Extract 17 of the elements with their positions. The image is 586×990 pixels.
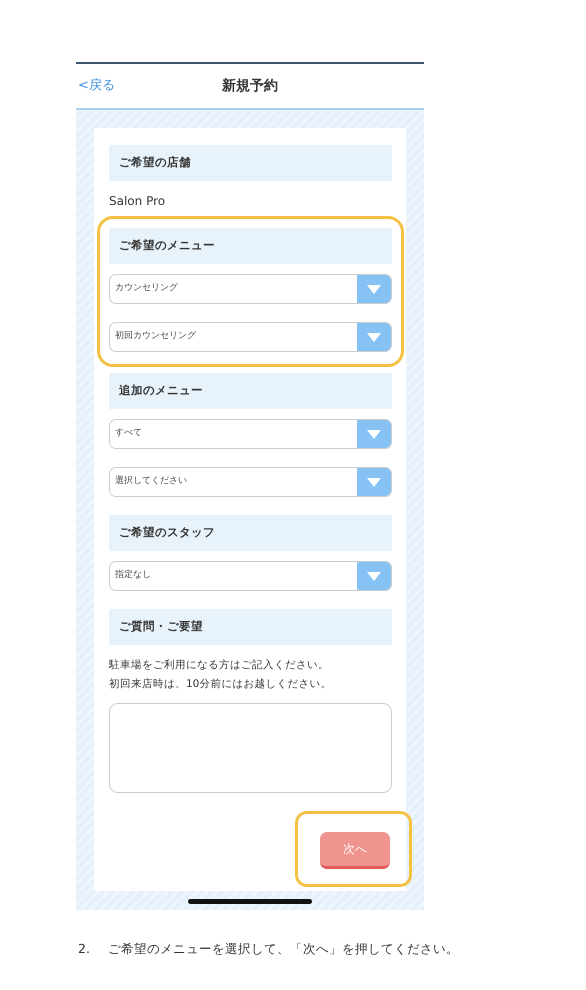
page-title: 新規予約 [222,76,278,96]
select-field[interactable]: 初回カウンセリング [109,322,392,352]
note-text: 初回来店時は、10分前にはお越しください。 [109,677,332,692]
section-heading: ご質問・ご要望 [109,609,392,645]
select-field[interactable]: 指定なし [109,561,392,591]
instruction-text: ご希望のメニューを選択して、「次へ」を押してください。 [108,940,459,958]
step-number: 2. [78,940,90,958]
select-field[interactable]: カウンセリング [109,274,392,304]
section-heading: ご希望の店舗 [109,145,392,181]
section-heading: ご希望のスタッフ [109,515,392,551]
comment-field[interactable] [109,703,392,793]
select-field[interactable]: すべて [109,419,392,449]
store-name: Salon Pro [109,193,166,210]
section-heading: ご希望のメニュー [109,228,392,264]
select-field[interactable]: 選択してください [109,467,392,497]
section-heading: 追加のメニュー [109,373,392,409]
note-text: 駐車場をご利用になる方はご記入ください。 [109,658,330,673]
